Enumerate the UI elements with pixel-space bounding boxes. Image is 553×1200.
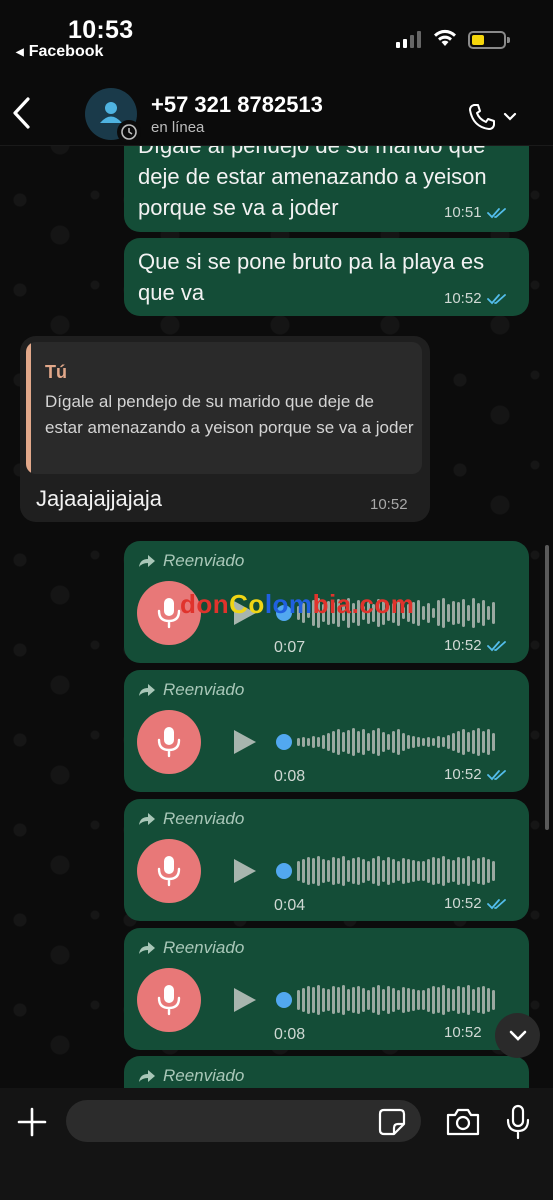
back-chevron-icon[interactable] [10,96,34,130]
forwarded-label: Reenviado [138,551,244,571]
voice-waveform[interactable] [276,978,508,1022]
plus-icon[interactable] [16,1106,48,1138]
battery-icon [468,31,510,49]
voice-message[interactable]: Reenviado 0:08 10:52 [124,928,529,1050]
disappearing-timer-icon [117,120,141,144]
wifi-icon [434,29,456,46]
playback-position-dot[interactable] [276,863,292,879]
voice-sender-avatar [137,968,201,1032]
forward-arrow-icon [139,942,155,954]
chevron-down-icon [509,1030,526,1041]
quote-author: Tú [45,362,67,382]
voice-sender-avatar [137,839,201,903]
microphone-icon [157,598,181,629]
message-text: Jajaajajjajaja [36,486,162,511]
voice-message[interactable]: Reenviado 0:08 10:52 [124,670,529,792]
camera-icon[interactable] [445,1107,481,1137]
read-ticks-icon [486,898,506,909]
forwarded-label: Reenviado [138,938,244,958]
playback-position-dot[interactable] [276,992,292,1008]
voice-waveform[interactable] [276,720,508,764]
contact-name[interactable]: +57 321 8782513 [151,92,323,118]
scroll-to-bottom-button[interactable] [495,1013,540,1058]
quote-text: Dígale al pendejo de su marido que deje … [45,392,414,437]
forwarded-label: Reenviado [138,809,244,829]
message-time: 10:52 [444,766,507,783]
message-time: 10:52 [444,637,507,654]
microphone-icon [157,856,181,887]
read-ticks-icon [486,207,506,218]
message-bubble-outgoing[interactable]: Que si se pone bruto pa la playa es que … [124,238,529,316]
forward-arrow-icon [139,684,155,696]
back-to-app-link[interactable]: ◀ Facebook [16,43,103,61]
back-triangle-icon: ◀ [16,46,24,58]
call-button[interactable] [467,100,523,134]
play-icon[interactable] [234,859,256,883]
quoted-message[interactable]: Tú Dígale al pendejo de su marido que de… [26,342,422,474]
play-icon[interactable] [234,988,256,1012]
chevron-down-icon [503,112,517,121]
voice-duration: 0:07 [274,639,306,656]
forward-arrow-icon [139,813,155,825]
message-bubble-incoming[interactable]: Tú Dígale al pendejo de su marido que de… [20,336,430,522]
forward-arrow-icon [139,1070,155,1082]
sticker-icon[interactable] [378,1108,406,1136]
read-ticks-icon [486,640,506,651]
forwarded-label: Reenviado [138,1066,244,1086]
contact-status: en línea [151,119,205,136]
voice-duration: 0:04 [274,897,306,914]
forward-arrow-icon [139,555,155,567]
message-input[interactable] [66,1100,421,1142]
cellular-signal-icon [396,30,421,48]
contact-avatar[interactable] [85,88,141,144]
play-icon[interactable] [234,730,256,754]
playback-position-dot[interactable] [276,734,292,750]
microphone-icon [157,985,181,1016]
scrollbar[interactable] [545,545,549,830]
status-clock: 10:53 [68,16,134,44]
quote-accent-bar [26,342,31,474]
back-app-label: Facebook [28,43,104,60]
voice-duration: 0:08 [274,1026,306,1043]
message-time: 10:52 [444,290,507,307]
forwarded-label: Reenviado [138,680,244,700]
voice-message[interactable]: Reenviado 0:04 10:52 [124,799,529,921]
chat-header: +57 321 8782513 en línea [0,72,553,146]
message-time: 10:52 [444,1024,482,1041]
voice-waveform[interactable] [276,849,508,893]
status-bar: 10:53 ◀ Facebook [0,0,553,72]
voice-duration: 0:08 [274,768,306,785]
message-time: 10:51 [444,204,507,221]
message-time: 10:52 [444,895,507,912]
phone-icon [469,104,495,130]
message-time: 10:52 [370,496,408,513]
read-ticks-icon [486,293,506,304]
microphone-icon [157,727,181,758]
microphone-icon[interactable] [504,1104,532,1140]
watermark-text: donColombia.com [180,589,415,619]
message-composer [0,1088,553,1200]
read-ticks-icon [486,769,506,780]
voice-sender-avatar [137,710,201,774]
